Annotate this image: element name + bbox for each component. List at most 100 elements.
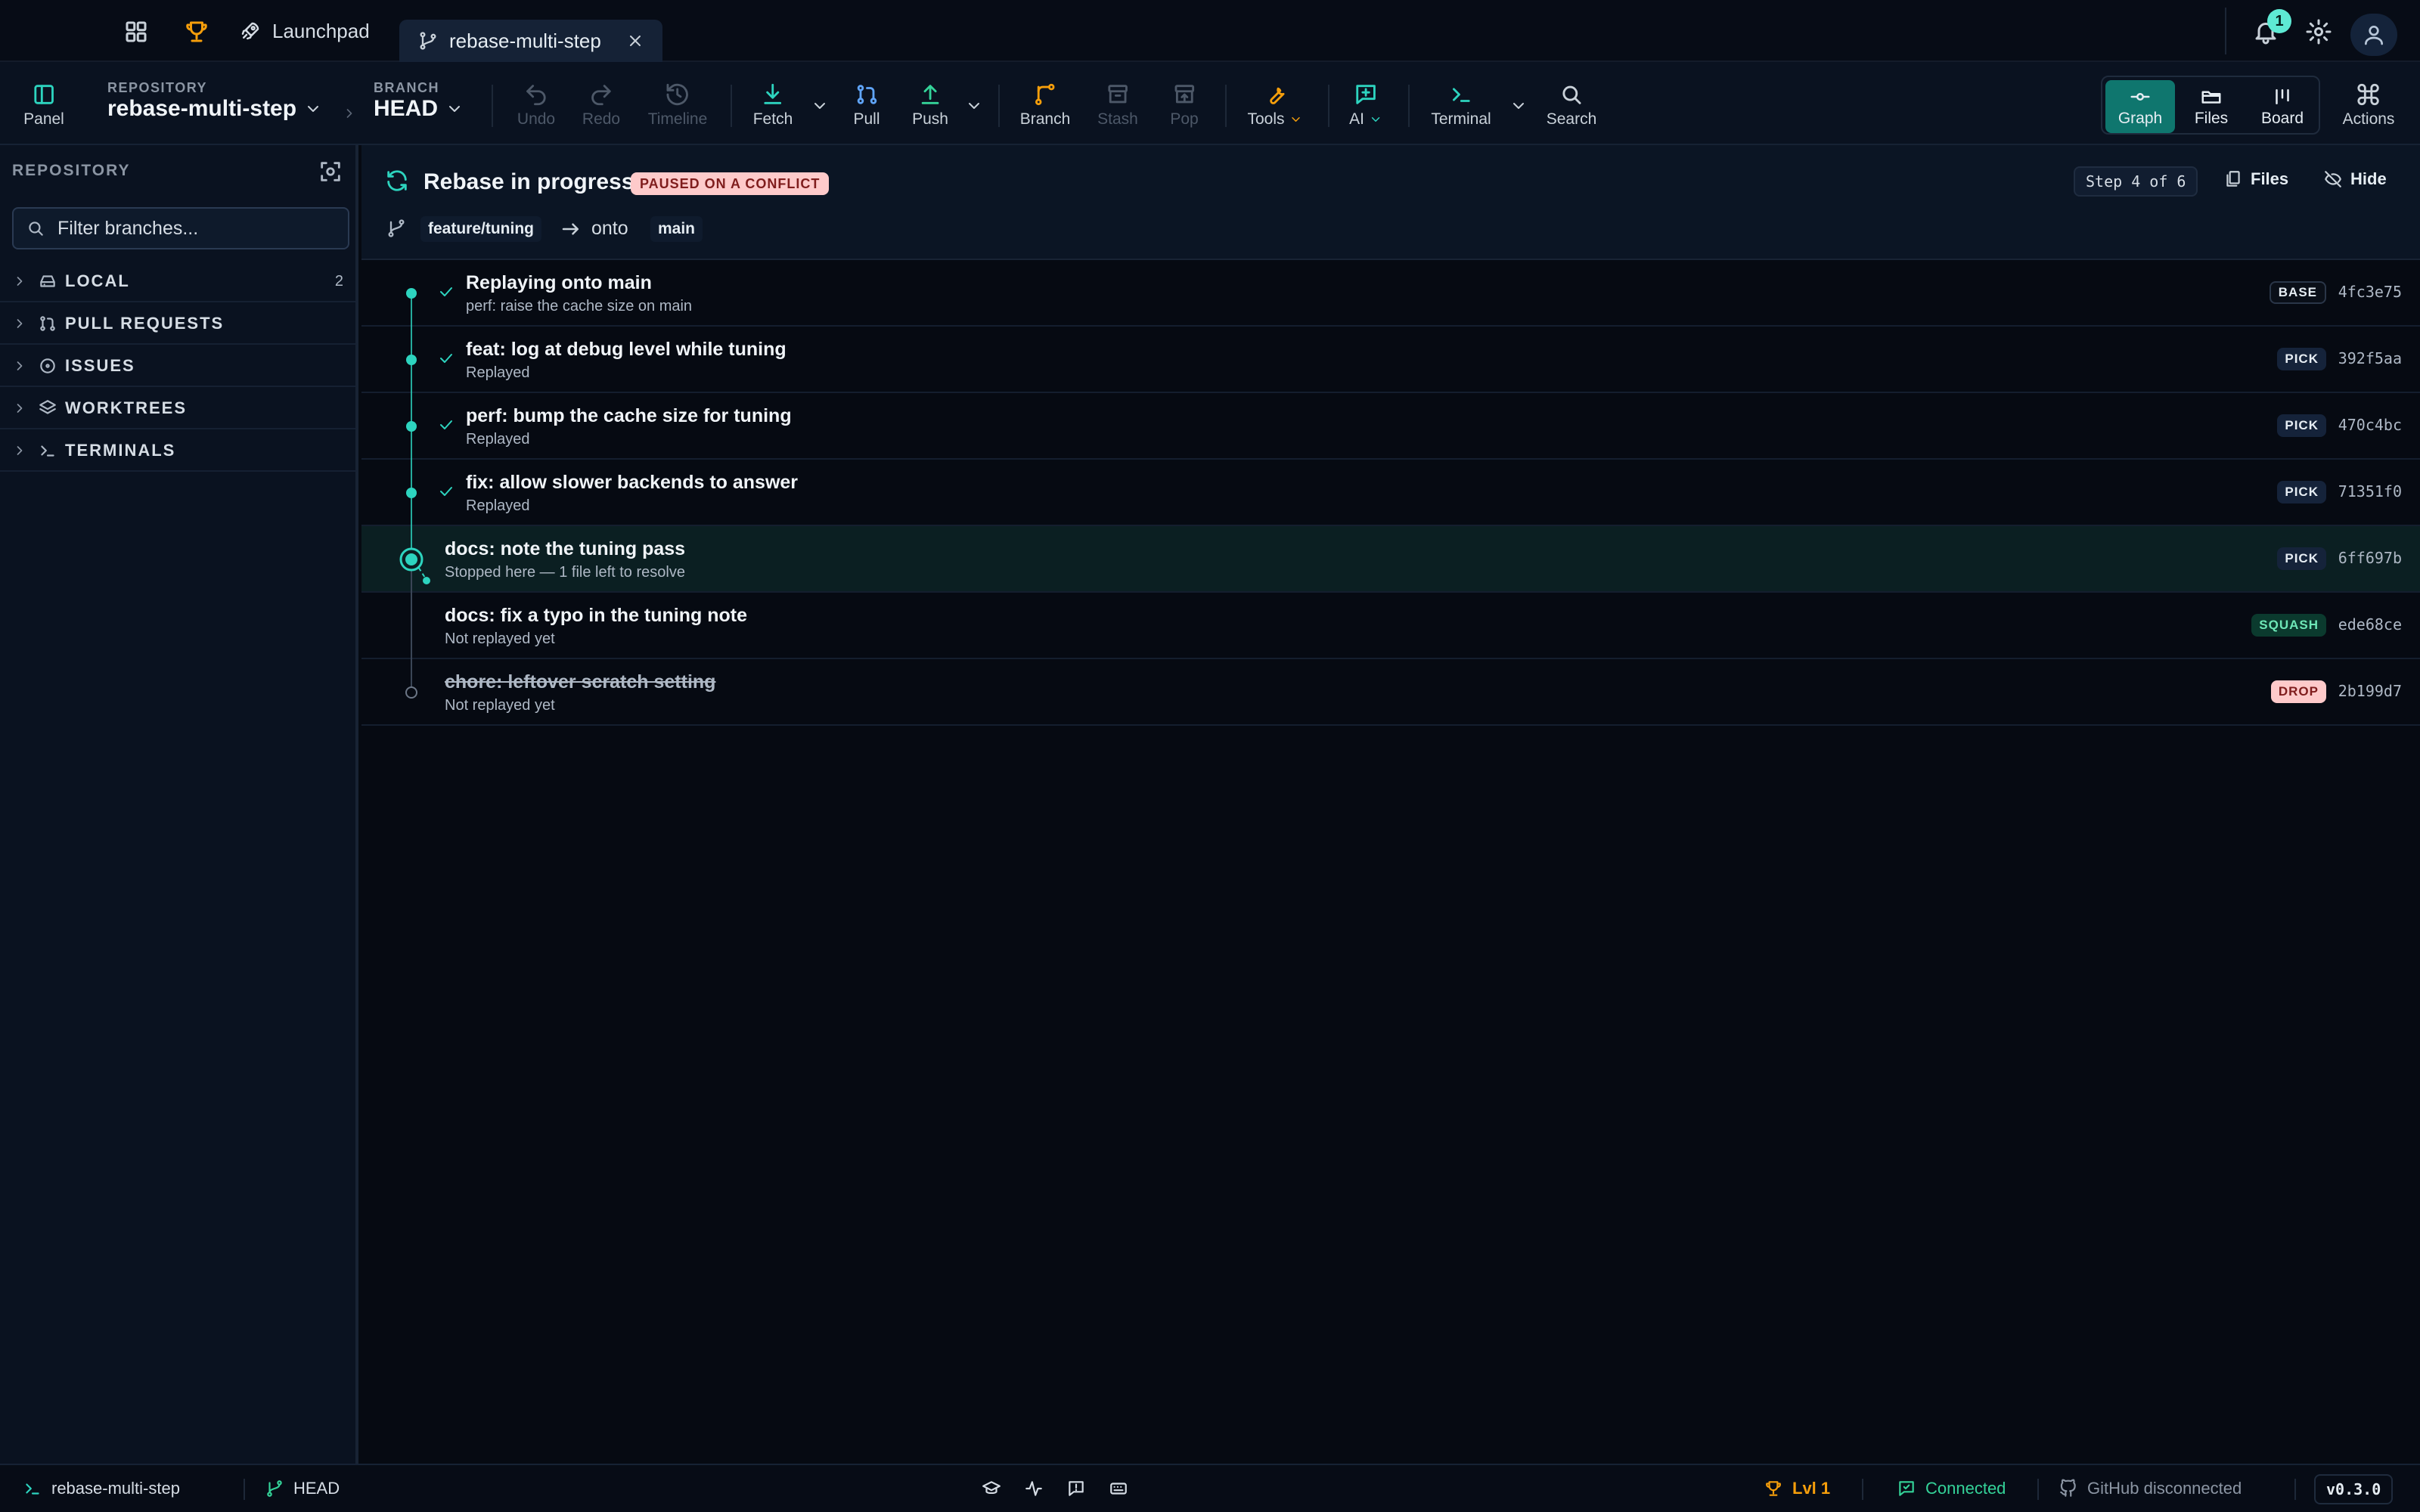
avatar[interactable] bbox=[2350, 14, 2397, 56]
status-separator bbox=[2037, 1479, 2039, 1500]
activity-icon[interactable] bbox=[1024, 1479, 1044, 1498]
board-view-button[interactable]: Board bbox=[2248, 80, 2317, 133]
push-button[interactable]: Push bbox=[912, 82, 948, 129]
commit-message: fix: allow slower backends to answer bbox=[466, 472, 799, 493]
github-status[interactable]: GitHub disconnected bbox=[2059, 1479, 2242, 1498]
toolbar-separator bbox=[1328, 85, 1329, 127]
onto-label: onto bbox=[591, 218, 628, 239]
sidebar-section-terminals[interactable]: TERMINALS bbox=[0, 431, 355, 472]
ai-button[interactable]: AI bbox=[1349, 82, 1382, 129]
redo-icon bbox=[588, 82, 614, 110]
stash-button[interactable]: Stash bbox=[1097, 82, 1138, 129]
status-bar: rebase-multi-step HEAD Lvl 1 Connected G… bbox=[0, 1464, 2420, 1512]
commit-message: Replaying onto main bbox=[466, 272, 652, 293]
commit-status: Replayed bbox=[466, 497, 530, 514]
fetch-menu-chevron-icon[interactable] bbox=[811, 97, 829, 115]
gear-icon[interactable] bbox=[2305, 18, 2332, 45]
sidebar-section-worktrees[interactable]: WORKTREES bbox=[0, 389, 355, 429]
chevron-down-icon bbox=[1289, 113, 1303, 126]
panel-button[interactable]: Panel bbox=[23, 82, 64, 129]
commit-row-current[interactable]: docs: note the tuning pass Stopped here … bbox=[361, 526, 2420, 593]
branch-button[interactable]: Branch bbox=[1020, 82, 1070, 129]
commit-hash: 6ff697b bbox=[2338, 549, 2402, 567]
level-label: Lvl 1 bbox=[1792, 1479, 1831, 1498]
terminal-repo-status[interactable]: rebase-multi-step bbox=[23, 1479, 180, 1498]
fetch-button[interactable]: Fetch bbox=[753, 82, 793, 129]
chevron-right-icon bbox=[12, 443, 27, 458]
push-menu-chevron-icon[interactable] bbox=[965, 97, 983, 115]
close-icon[interactable] bbox=[626, 32, 644, 50]
undo-icon bbox=[523, 82, 549, 110]
commit-row[interactable]: feat: log at debug level while tuning Re… bbox=[361, 327, 2420, 393]
branch-filter-input[interactable] bbox=[57, 217, 345, 240]
git-branch-icon bbox=[386, 218, 407, 239]
tools-button[interactable]: Tools bbox=[1247, 82, 1302, 129]
trophy-icon[interactable] bbox=[183, 18, 210, 45]
files-view-button[interactable]: Files bbox=[2176, 80, 2246, 133]
status-separator bbox=[244, 1479, 245, 1500]
check-icon bbox=[437, 283, 455, 301]
redo-button[interactable]: Redo bbox=[582, 82, 620, 129]
timeline-label: Timeline bbox=[647, 110, 708, 128]
git-commit-icon bbox=[2129, 85, 2152, 110]
chevron-down-icon bbox=[304, 100, 322, 118]
graph-view-button[interactable]: Graph bbox=[2105, 80, 2175, 133]
user-icon bbox=[2362, 23, 2386, 47]
connection-status[interactable]: Connected bbox=[1897, 1479, 2006, 1498]
commit-row[interactable]: perf: bump the cache size for tuning Rep… bbox=[361, 393, 2420, 460]
sidebar-section-pull-requests[interactable]: PULL REQUESTS bbox=[0, 304, 355, 345]
timeline-button[interactable]: Timeline bbox=[647, 82, 708, 129]
pop-button[interactable]: Pop bbox=[1170, 82, 1199, 129]
commit-hash: ede68ce bbox=[2338, 615, 2402, 634]
commit-message: perf: bump the cache size for tuning bbox=[466, 405, 792, 426]
commit-status: Not replayed yet bbox=[445, 631, 555, 647]
sidebar-section-local[interactable]: LOCAL 2 bbox=[0, 262, 355, 302]
sidebar-section-issues[interactable]: ISSUES bbox=[0, 346, 355, 387]
keyboard-icon[interactable] bbox=[1109, 1479, 1128, 1498]
rebase-files-button[interactable]: Files bbox=[2223, 169, 2288, 189]
focus-icon[interactable] bbox=[318, 159, 343, 184]
tab-launchpad[interactable]: Launchpad bbox=[239, 20, 370, 62]
commit-row[interactable]: chore: leftover scratch setting Not repl… bbox=[361, 659, 2420, 726]
commit-row[interactable]: docs: fix a typo in the tuning note Not … bbox=[361, 593, 2420, 659]
status-separator bbox=[2294, 1479, 2296, 1500]
panel-label: Panel bbox=[23, 110, 64, 128]
layers-icon bbox=[38, 398, 57, 418]
status-branch[interactable]: HEAD bbox=[265, 1479, 340, 1498]
feedback-icon[interactable] bbox=[1066, 1479, 1086, 1498]
pull-button[interactable]: Pull bbox=[853, 82, 880, 129]
undo-button[interactable]: Undo bbox=[517, 82, 555, 129]
terminal-menu-chevron-icon[interactable] bbox=[1509, 97, 1528, 115]
commit-message: docs: fix a typo in the tuning note bbox=[445, 605, 747, 626]
learn-icon[interactable] bbox=[982, 1479, 1001, 1498]
repository-name: rebase-multi-step bbox=[107, 96, 297, 121]
search-button[interactable]: Search bbox=[1547, 82, 1596, 129]
commit-action-tag: BASE bbox=[2269, 281, 2326, 304]
chevron-right-icon bbox=[12, 316, 27, 331]
graph-view-label: Graph bbox=[2118, 110, 2163, 127]
rebase-hide-label: Hide bbox=[2350, 169, 2387, 188]
commit-row[interactable]: Replaying onto main perf: raise the cach… bbox=[361, 260, 2420, 327]
chevron-down-icon bbox=[1369, 113, 1382, 126]
tab-rebase-multi-step[interactable]: rebase-multi-step bbox=[399, 20, 662, 62]
panel-icon bbox=[31, 82, 57, 110]
grid-icon[interactable] bbox=[123, 18, 150, 45]
commit-hash: 2b199d7 bbox=[2338, 682, 2402, 700]
repository-picker[interactable]: REPOSITORY rebase-multi-step bbox=[107, 80, 322, 122]
rebase-step-indicator: Step 4 of 6 bbox=[2074, 166, 2198, 197]
search-icon bbox=[26, 218, 45, 238]
tab-launchpad-label: Launchpad bbox=[272, 20, 370, 42]
level-status[interactable]: Lvl 1 bbox=[1764, 1479, 1830, 1498]
commit-message: docs: note the tuning pass bbox=[445, 538, 686, 559]
board-view-label: Board bbox=[2260, 110, 2304, 127]
commit-message: chore: leftover scratch setting bbox=[445, 671, 716, 692]
commit-row[interactable]: fix: allow slower backends to answer Rep… bbox=[361, 460, 2420, 526]
actions-button[interactable]: Actions bbox=[2343, 82, 2394, 129]
branch-picker[interactable]: BRANCH HEAD bbox=[374, 80, 464, 122]
chevron-right-icon bbox=[12, 358, 27, 373]
rebase-hide-button[interactable]: Hide bbox=[2323, 169, 2387, 189]
terminal-button[interactable]: Terminal bbox=[1431, 82, 1491, 129]
commit-hash: 4fc3e75 bbox=[2338, 283, 2402, 301]
version-badge: v0.3.0 bbox=[2314, 1474, 2394, 1504]
repository-caption: REPOSITORY bbox=[107, 80, 208, 95]
